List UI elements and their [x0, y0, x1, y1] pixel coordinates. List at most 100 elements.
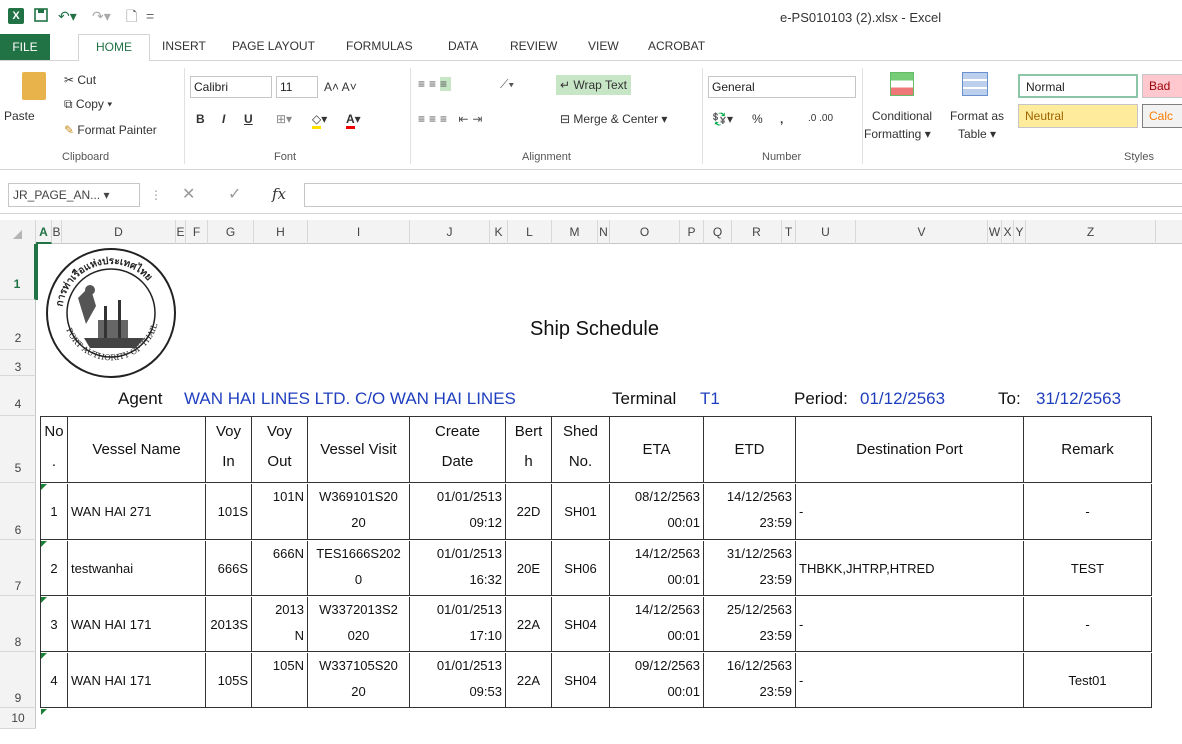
table-cell-remark[interactable]: -	[1024, 484, 1152, 540]
font-color-icon[interactable]: A▾	[346, 111, 361, 129]
style-neutral[interactable]: Neutral	[1018, 104, 1138, 128]
table-cell-eta[interactable]: 14/12/2563 00:01	[610, 541, 704, 596]
table-cell-remark[interactable]: TEST	[1024, 541, 1152, 596]
format-painter-button[interactable]: ✎ Format Painter	[64, 122, 157, 138]
table-cell-dest[interactable]: -	[796, 653, 1024, 708]
table-cell-voy_out[interactable]: 105N	[252, 653, 308, 708]
table-cell-voy_in[interactable]: 101S	[206, 484, 252, 540]
font-name-combo[interactable]: Calibri	[190, 76, 272, 98]
table-cell-voy_in[interactable]: 2013S	[206, 597, 252, 652]
grow-font-icon[interactable]: A˄ A˅	[324, 79, 357, 95]
borders-icon[interactable]: ⊞▾	[276, 111, 292, 127]
row-header-3[interactable]: 3	[0, 350, 36, 376]
table-cell-voy_in[interactable]: 666S	[206, 541, 252, 596]
table-cell-no[interactable]: 2	[41, 541, 68, 596]
table-cell-eta[interactable]: 09/12/2563 00:01	[610, 653, 704, 708]
new-document-icon[interactable]: 🗋	[126, 8, 137, 24]
table-cell-shed[interactable]: SH04	[552, 597, 610, 652]
tab-view[interactable]: VIEW	[588, 38, 619, 54]
column-header-I[interactable]: I	[308, 220, 410, 244]
column-header-Q[interactable]: Q	[704, 220, 732, 244]
column-header-U[interactable]: U	[796, 220, 856, 244]
merge-center-button[interactable]: ⊟ Merge & Center ▾	[560, 111, 667, 127]
table-cell-dest[interactable]: THBKK,JHTRP,HTRED	[796, 541, 1024, 596]
row-header-8[interactable]: 8	[0, 596, 36, 652]
tab-page-layout[interactable]: PAGE LAYOUT	[232, 38, 315, 54]
horizontal-align-icons[interactable]: ≡≡≡ ⇤⇥	[418, 111, 486, 127]
orientation-icon[interactable]: ⟋▾	[500, 76, 514, 92]
cut-button[interactable]: ✂ Cut	[64, 72, 96, 88]
decimal-icons[interactable]: .0 .00	[808, 111, 833, 127]
table-cell-vessel[interactable]: WAN HAI 271	[68, 484, 206, 540]
row-header-2[interactable]: 2	[0, 300, 36, 350]
column-header-N[interactable]: N	[598, 220, 610, 244]
table-cell-berth[interactable]: 22D	[506, 484, 552, 540]
table-cell-visit[interactable]: W369101S20 20	[308, 484, 410, 540]
style-normal[interactable]: Normal	[1018, 74, 1138, 98]
table-cell-vessel[interactable]: WAN HAI 171	[68, 597, 206, 652]
table-cell-shed[interactable]: SH01	[552, 484, 610, 540]
column-header-Y[interactable]: Y	[1014, 220, 1026, 244]
enter-icon[interactable]: ✓	[228, 187, 241, 203]
paste-button[interactable]: Paste	[4, 108, 35, 124]
table-cell-voy_out[interactable]: 2013 N	[252, 597, 308, 652]
table-cell-berth[interactable]: 22A	[506, 597, 552, 652]
customize-qat-icon[interactable]: =	[146, 8, 154, 24]
table-cell-shed[interactable]: SH04	[552, 653, 610, 708]
table-cell-voy_out[interactable]: 666N	[252, 541, 308, 596]
column-header-R[interactable]: R	[732, 220, 782, 244]
row-header-6[interactable]: 6	[0, 483, 36, 540]
style-calculation[interactable]: Calc	[1142, 104, 1182, 128]
conditional-formatting-label[interactable]: Formatting ▾	[864, 126, 931, 142]
table-cell-visit[interactable]: W337105S20 20	[308, 653, 410, 708]
number-format-combo[interactable]: General	[708, 76, 856, 98]
insert-function-icon[interactable]: fx	[272, 186, 286, 202]
undo-icon[interactable]: ↶▾	[58, 8, 77, 24]
comma-button[interactable]: ,	[780, 111, 783, 127]
table-cell-no[interactable]: 1	[41, 484, 68, 540]
row-header-9[interactable]: 9	[0, 652, 36, 708]
formula-input[interactable]	[304, 183, 1182, 207]
column-header-M[interactable]: M	[552, 220, 598, 244]
select-all-icon[interactable]	[0, 220, 36, 244]
column-header-B[interactable]: B	[52, 220, 62, 244]
column-header-Z[interactable]: Z	[1026, 220, 1156, 244]
tab-data[interactable]: DATA	[448, 38, 478, 54]
column-header-T[interactable]: T	[782, 220, 796, 244]
name-box[interactable]: JR_PAGE_AN... ▾	[8, 183, 140, 207]
row-header-5[interactable]: 5	[0, 416, 36, 483]
table-cell-dest[interactable]: -	[796, 484, 1024, 540]
row-header-10[interactable]: 10	[0, 708, 36, 729]
column-header-X[interactable]: X	[1002, 220, 1014, 244]
column-header-J[interactable]: J	[410, 220, 490, 244]
row-header-1[interactable]: 1	[0, 244, 36, 300]
column-header-P[interactable]: P	[680, 220, 704, 244]
percent-button[interactable]: %	[752, 111, 763, 127]
table-cell-create[interactable]: 01/01/2513 09:53	[410, 653, 506, 708]
tab-formulas[interactable]: FORMULAS	[346, 38, 413, 54]
table-cell-remark[interactable]: Test01	[1024, 653, 1152, 708]
table-cell-voy_out[interactable]: 101N	[252, 484, 308, 540]
tab-acrobat[interactable]: ACROBAT	[648, 38, 705, 54]
tab-home[interactable]: HOME	[78, 34, 150, 61]
paste-icon[interactable]	[22, 72, 46, 100]
column-header-G[interactable]: G	[208, 220, 254, 244]
column-header-E[interactable]: E	[176, 220, 186, 244]
format-as-table-button[interactable]: Format as	[950, 108, 1004, 124]
underline-button[interactable]: U	[244, 111, 253, 127]
column-header-F[interactable]: F	[186, 220, 208, 244]
table-cell-eta[interactable]: 14/12/2563 00:01	[610, 597, 704, 652]
column-header-V[interactable]: V	[856, 220, 988, 244]
table-cell-create[interactable]: 01/01/2513 16:32	[410, 541, 506, 596]
tab-review[interactable]: REVIEW	[510, 38, 557, 54]
column-header-L[interactable]: L	[508, 220, 552, 244]
font-size-combo[interactable]: 11	[276, 76, 318, 98]
table-cell-berth[interactable]: 20E	[506, 541, 552, 596]
fill-color-icon[interactable]: ◇▾	[312, 111, 327, 129]
table-cell-voy_in[interactable]: 105S	[206, 653, 252, 708]
column-header-A[interactable]: A	[36, 220, 52, 244]
column-header-D[interactable]: D	[62, 220, 176, 244]
vertical-align-icons[interactable]: ≡≡≡	[418, 76, 452, 92]
table-cell-vessel[interactable]: testwanhai	[68, 541, 206, 596]
table-cell-visit[interactable]: W3372013S2 020	[308, 597, 410, 652]
